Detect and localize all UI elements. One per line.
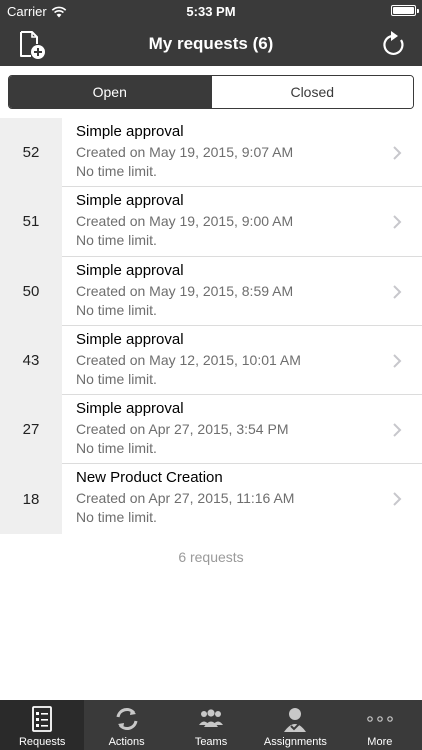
requests-list-icon bbox=[32, 706, 53, 732]
tab-label: Teams bbox=[194, 736, 228, 748]
tab-assignments[interactable]: Assignments bbox=[253, 700, 337, 750]
segment-open[interactable]: Open bbox=[9, 76, 211, 108]
request-details: Simple approval Created on May 19, 2015,… bbox=[62, 187, 422, 257]
tab-label: Requests bbox=[18, 736, 66, 748]
request-details: Simple approval Created on Apr 27, 2015,… bbox=[62, 395, 422, 465]
request-time-limit: No time limit. bbox=[76, 509, 157, 526]
chevron-right-icon bbox=[393, 284, 402, 299]
chevron-right-icon bbox=[393, 492, 402, 507]
request-id: 18 bbox=[0, 464, 62, 534]
tab-label: More bbox=[367, 736, 393, 748]
request-created: Created on May 19, 2015, 9:07 AM bbox=[76, 144, 294, 160]
request-created: Created on Apr 27, 2015, 11:16 AM bbox=[76, 490, 295, 507]
request-created: Created on Apr 27, 2015, 3:54 PM bbox=[76, 421, 289, 438]
request-id: 51 bbox=[0, 187, 62, 257]
request-count: 6 requests bbox=[178, 549, 244, 565]
status-bar: Carrier 5:33 PM bbox=[0, 0, 422, 22]
request-id: 50 bbox=[0, 256, 62, 326]
tab-more[interactable]: More bbox=[338, 700, 422, 750]
request-id: 43 bbox=[0, 325, 62, 396]
more-dots-icon bbox=[367, 716, 393, 722]
tab-bar: Requests Actions Teams Assignments More bbox=[0, 700, 422, 750]
request-time-limit: No time limit. bbox=[76, 232, 157, 249]
teams-icon bbox=[199, 709, 224, 727]
request-time-limit: No time limit. bbox=[76, 301, 157, 318]
chevron-right-icon bbox=[393, 215, 402, 230]
page-title: My requests (6) bbox=[148, 34, 274, 53]
request-row-50[interactable]: 50 Simple approval Created on May 19, 20… bbox=[0, 256, 422, 326]
status-time: 5:33 PM bbox=[186, 4, 236, 19]
request-details: Simple approval Created on May 19, 2015,… bbox=[62, 257, 422, 326]
request-row-18[interactable]: 18 New Product Creation Created on Apr 2… bbox=[0, 464, 422, 534]
segment-closed[interactable]: Closed bbox=[210, 76, 413, 108]
request-id: 52 bbox=[0, 118, 62, 188]
tab-actions[interactable]: Actions bbox=[84, 700, 168, 750]
request-title: Simple approval bbox=[76, 400, 184, 418]
requests-list: 52 Simple approval Created on May 19, 20… bbox=[0, 118, 422, 534]
request-title: Simple approval bbox=[76, 192, 184, 210]
tab-label: Actions bbox=[108, 736, 145, 748]
request-details: Simple approval Created on May 12, 2015,… bbox=[62, 326, 422, 396]
tab-requests[interactable]: Requests bbox=[0, 700, 85, 750]
request-title: Simple approval bbox=[76, 330, 184, 348]
request-created: Created on May 19, 2015, 8:59 AM bbox=[76, 282, 294, 299]
request-title: Simple approval bbox=[76, 261, 184, 279]
request-title: New Product Creation bbox=[76, 469, 223, 487]
request-details: New Product Creation Created on Apr 27, … bbox=[62, 464, 422, 533]
request-row-43[interactable]: 43 Simple approval Created on May 12, 20… bbox=[0, 325, 422, 396]
assignments-person-icon bbox=[284, 708, 307, 732]
actions-cycle-icon bbox=[116, 708, 138, 730]
request-created: Created on May 19, 2015, 9:00 AM bbox=[76, 213, 294, 230]
request-time-limit: No time limit. bbox=[76, 440, 157, 457]
tab-label: Assignments bbox=[263, 736, 327, 748]
request-created: Created on May 12, 2015, 10:01 AM bbox=[76, 351, 301, 368]
request-row-27[interactable]: 27 Simple approval Created on Apr 27, 20… bbox=[0, 395, 422, 465]
status-segmented-control: Open Closed bbox=[8, 75, 414, 109]
battery-icon bbox=[391, 5, 419, 16]
chevron-right-icon bbox=[393, 354, 402, 368]
request-row-52[interactable]: 52 Simple approval Created on May 19, 20… bbox=[0, 118, 422, 188]
request-time-limit: No time limit. bbox=[76, 163, 157, 179]
chevron-right-icon bbox=[393, 423, 402, 437]
request-title: Simple approval bbox=[76, 123, 184, 140]
tab-teams[interactable]: Teams bbox=[169, 700, 253, 750]
chevron-right-icon bbox=[393, 146, 402, 160]
request-time-limit: No time limit. bbox=[76, 370, 157, 387]
request-id: 27 bbox=[0, 395, 62, 465]
navbar: My requests (6) bbox=[0, 22, 422, 66]
request-details: Simple approval Created on May 19, 2015,… bbox=[62, 118, 422, 188]
header: Carrier 5:33 PM My requests (6) bbox=[0, 0, 422, 66]
request-row-51[interactable]: 51 Simple approval Created on May 19, 20… bbox=[0, 187, 422, 257]
refresh-icon[interactable] bbox=[380, 30, 408, 58]
